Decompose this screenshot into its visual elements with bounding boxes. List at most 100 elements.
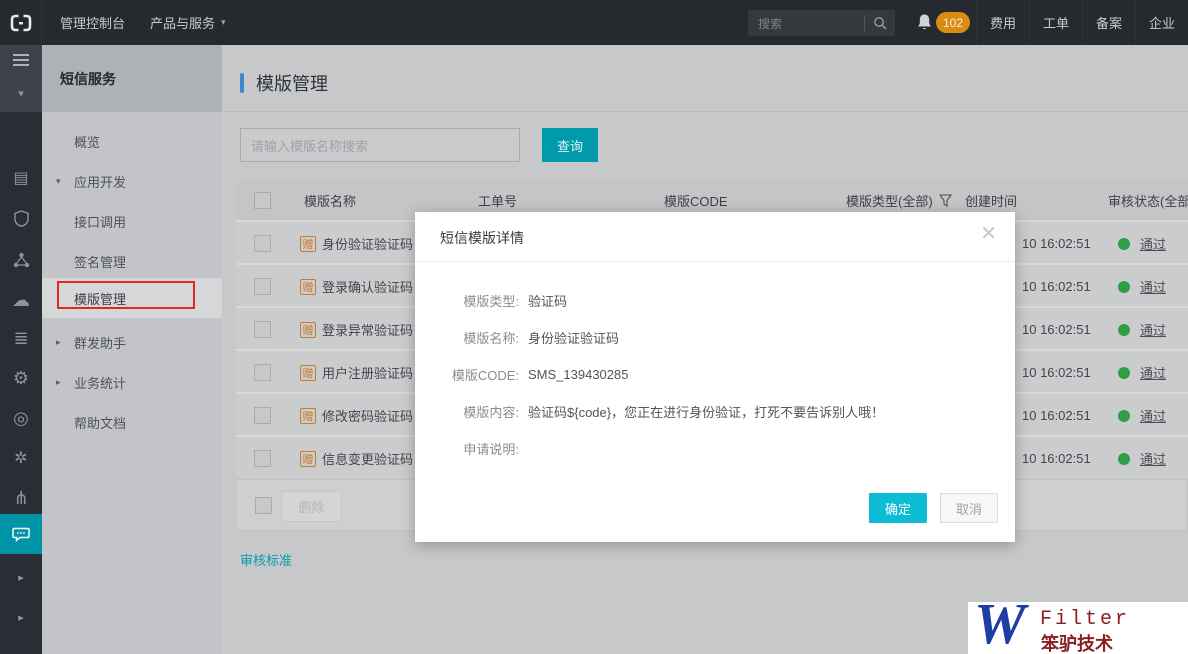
network-star-icon[interactable]: ✲	[0, 438, 42, 478]
sidebar-item-signature-mgmt[interactable]: 签名管理	[42, 244, 222, 278]
instances-icon[interactable]: ▤	[0, 158, 42, 198]
global-search-box[interactable]: 搜索	[748, 10, 895, 36]
notification-count-badge[interactable]: 102	[936, 12, 970, 33]
field-template-name: 模版名称: 身份验证验证码	[415, 319, 1015, 356]
service-sidebar: 短信服务 概览 ▾ 应用开发 接口调用 签名管理 模版管理 ▸ 群发助手 ▸ 业…	[42, 45, 222, 654]
status-link[interactable]: 通过	[1140, 277, 1166, 296]
gift-badge-icon: 赠	[300, 236, 316, 252]
row-checkbox[interactable]	[254, 450, 271, 467]
menu-item-tickets[interactable]: 工单	[1029, 0, 1082, 45]
menu-item-enterprise[interactable]: 企业	[1135, 0, 1188, 45]
row-checkbox[interactable]	[254, 407, 271, 424]
modal-footer: 确定 取消	[869, 493, 998, 523]
sidebar-item-app-dev[interactable]: ▾ 应用开发	[42, 164, 222, 198]
gift-badge-icon: 赠	[300, 451, 316, 467]
col-template-name: 模版名称	[304, 180, 356, 220]
settings-gear-icon[interactable]: ⚙	[0, 358, 42, 398]
gift-badge-icon: 赠	[300, 365, 316, 381]
sms-service-icon[interactable]	[0, 514, 42, 554]
close-icon[interactable]: ✕	[980, 224, 997, 244]
status-dot	[1118, 238, 1130, 250]
monitor-icon[interactable]: ◎	[0, 398, 42, 438]
field-template-content: 模版内容: 验证码${code}，您正在进行身份验证，打死不要告诉别人哦！	[415, 393, 1015, 430]
notification-bell-icon[interactable]	[913, 11, 935, 33]
chevron-right-icon: ▸	[56, 337, 61, 348]
confirm-button[interactable]: 确定	[869, 493, 927, 523]
status-link[interactable]: 通过	[1140, 363, 1166, 382]
template-name[interactable]: 信息变更验证码	[322, 449, 413, 468]
template-detail-modal: 短信模版详情 ✕ 模版类型: 验证码 模版名称: 身份验证验证码 模版CODE:…	[415, 212, 1015, 542]
analytics-tree-icon[interactable]: ⋔	[0, 478, 42, 518]
service-title: 短信服务	[42, 45, 222, 112]
search-icon[interactable]	[865, 16, 895, 30]
status-link[interactable]: 通过	[1140, 449, 1166, 468]
expand-arrow-icon[interactable]: ▸	[0, 637, 42, 654]
row-checkbox[interactable]	[254, 321, 271, 338]
template-name[interactable]: 修改密码验证码	[322, 406, 413, 425]
row-checkbox[interactable]	[254, 235, 271, 252]
status-link[interactable]: 通过	[1140, 234, 1166, 253]
status-link[interactable]: 通过	[1140, 406, 1166, 425]
row-checkbox[interactable]	[254, 278, 271, 295]
created-time: 10 16:02:51	[1022, 308, 1091, 351]
row-checkbox[interactable]	[254, 364, 271, 381]
cloud-icon[interactable]: ☁	[0, 280, 42, 320]
sidebar-item-api-call[interactable]: 接口调用	[42, 204, 222, 238]
query-button[interactable]: 查询	[542, 128, 598, 162]
page-title: 模版管理	[256, 70, 328, 96]
chevron-down-icon: ▾	[221, 17, 226, 28]
menu-item-icp[interactable]: 备案	[1082, 0, 1135, 45]
created-time: 10 16:02:51	[1022, 394, 1091, 437]
topbar-menu: 费用 工单 备案 企业	[976, 0, 1188, 45]
menu-item-billing[interactable]: 费用	[976, 0, 1029, 45]
sidebar-item-business-stats[interactable]: ▸ 业务统计	[42, 365, 222, 399]
expand-arrow-icon[interactable]: ▸	[0, 557, 42, 597]
status-dot	[1118, 410, 1130, 422]
delete-button[interactable]: 删除	[281, 491, 342, 522]
template-search-input[interactable]: 请输入模版名称搜索	[240, 128, 520, 162]
storage-layers-icon[interactable]: ≣	[0, 318, 42, 358]
chevron-right-icon: ▸	[56, 377, 61, 388]
chevron-down-icon: ▾	[56, 176, 61, 187]
select-all-checkbox[interactable]	[255, 497, 272, 514]
created-time: 10 16:02:51	[1022, 437, 1091, 480]
template-name[interactable]: 身份验证验证码	[322, 234, 413, 253]
gift-badge-icon: 赠	[300, 408, 316, 424]
watermark-w-logo: W	[974, 590, 1026, 654]
sidebar-item-overview[interactable]: 概览	[42, 124, 222, 158]
sidebar-item-template-mgmt[interactable]: 模版管理	[42, 278, 222, 318]
security-shield-icon[interactable]	[0, 198, 42, 238]
sidebar-item-batch-send[interactable]: ▸ 群发助手	[42, 325, 222, 359]
product-icon-rail: ▾ ▤ ☁ ≣ ⚙ ◎ ✲ ⋔ ▸ ▸ ▸	[0, 45, 42, 654]
field-template-type: 模版类型: 验证码	[415, 282, 1015, 319]
title-divider	[222, 111, 1188, 112]
products-services-menu[interactable]: 产品与服务 ▾	[150, 0, 226, 45]
console-home-label: 管理控制台	[60, 13, 125, 32]
sidebar-item-help-docs[interactable]: 帮助文档	[42, 405, 222, 439]
template-name[interactable]: 用户注册验证码	[322, 363, 413, 382]
cancel-button[interactable]: 取消	[940, 493, 998, 523]
collapse-arrow-icon[interactable]: ▾	[0, 75, 42, 112]
expand-arrow-icon[interactable]: ▸	[0, 597, 42, 637]
col-review-status: 审核状态(全部)	[1108, 180, 1188, 220]
select-all-checkbox[interactable]	[254, 192, 271, 209]
filter-funnel-icon[interactable]	[939, 194, 952, 207]
watermark-company: 笨驴技术	[1041, 630, 1113, 654]
nodes-icon[interactable]	[0, 240, 42, 280]
created-time: 10 16:02:51	[1022, 351, 1091, 394]
field-template-code: 模版CODE: SMS_139430285	[415, 356, 1015, 393]
wfilter-watermark: W Filter 笨驴技术	[968, 602, 1188, 654]
review-standard-link[interactable]: 审核标准	[240, 550, 292, 569]
aliyun-logo[interactable]	[0, 0, 42, 45]
field-apply-note: 申请说明:	[415, 430, 1015, 467]
hamburger-menu-icon[interactable]	[0, 45, 42, 75]
status-dot	[1118, 324, 1130, 336]
watermark-name: Filter	[1040, 608, 1130, 631]
template-name[interactable]: 登录确认验证码	[322, 277, 413, 296]
gift-badge-icon: 赠	[300, 322, 316, 338]
template-name[interactable]: 登录异常验证码	[322, 320, 413, 339]
status-dot	[1118, 281, 1130, 293]
status-link[interactable]: 通过	[1140, 320, 1166, 339]
console-home-link[interactable]: 管理控制台	[60, 0, 125, 45]
status-dot	[1118, 453, 1130, 465]
